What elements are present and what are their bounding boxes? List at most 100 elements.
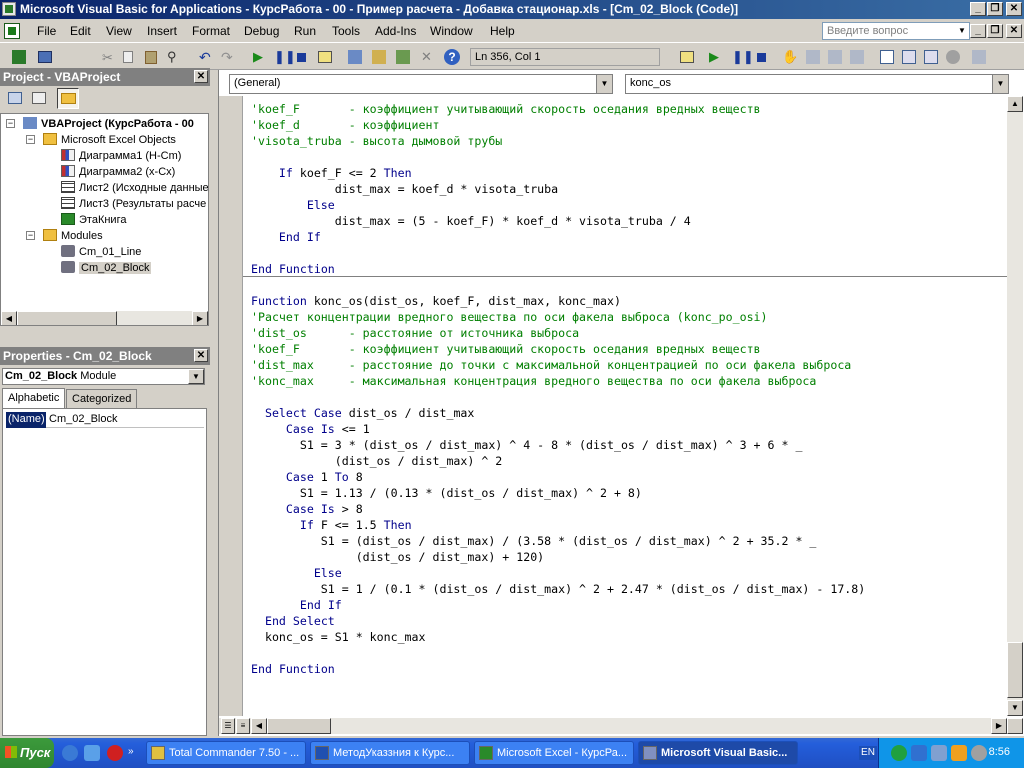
scroll-thumb[interactable] (267, 718, 331, 734)
tab-categorized[interactable]: Categorized (66, 389, 138, 408)
chevron-down-icon[interactable]: ▼ (992, 75, 1008, 93)
tree-node-sheet[interactable]: Диаграмма2 (x-Cx) (61, 165, 175, 178)
code-line[interactable]: 'koef_d - коэффициент (251, 117, 1007, 133)
tray-icon[interactable] (951, 745, 967, 761)
expand-toggle[interactable]: − (26, 231, 35, 240)
menu-edit[interactable]: Edit (70, 24, 91, 38)
break-icon[interactable]: ❚❚ (270, 48, 296, 66)
code-hscrollbar[interactable]: ☰ ≡ ◀ ▶ (219, 718, 1007, 734)
view-object-icon[interactable] (30, 89, 48, 107)
property-name[interactable]: (Name) (6, 412, 46, 428)
task-excel[interactable]: Microsoft Excel - КурсРа... (474, 741, 634, 765)
tree-node-sheet[interactable]: Лист2 (Исходные данные (61, 181, 208, 194)
code-line[interactable]: S1 = 1.13 / (0.13 * (dist_os / dist_max)… (251, 485, 1007, 501)
scroll-up-icon[interactable]: ▲ (1007, 96, 1023, 112)
code-line[interactable]: S1 = (dist_os / dist_max) / (3.58 * (dis… (251, 533, 1007, 549)
procedure-combo[interactable]: konc_os ▼ (625, 74, 1009, 94)
tree-node-module-selected[interactable]: Cm_02_Block (61, 261, 152, 274)
scroll-right-icon[interactable]: ▶ (192, 311, 208, 325)
project-tree[interactable]: − VBAProject (КурсРабота - 00 − Microsof… (0, 113, 209, 326)
task-word[interactable]: МетодУказзния к Курс... (310, 741, 470, 765)
ie-icon[interactable] (84, 745, 100, 761)
code-line[interactable]: (dist_os / dist_max) + 120) (251, 549, 1007, 565)
tree-node-modules[interactable]: Modules (43, 229, 103, 242)
code-line[interactable]: End Function (251, 261, 1007, 277)
code-editor[interactable]: 'koef_F - коэффициент учитывающий скорос… (251, 101, 1007, 677)
code-line[interactable]: 'koef_F - коэффициент учитывающий скорос… (251, 101, 1007, 117)
tree-node-excel-objects[interactable]: Microsoft Excel Objects (43, 133, 176, 146)
menu-addins[interactable]: Add-Ins (375, 24, 416, 38)
code-line[interactable]: 'Расчет концентрации вредного вещества п… (251, 309, 1007, 325)
code-line[interactable]: End Select (251, 613, 1007, 629)
toggle-folders-icon[interactable] (57, 88, 79, 109)
code-line[interactable]: Case Is > 8 (251, 501, 1007, 517)
restore-button[interactable]: ❐ (987, 2, 1003, 16)
watch-window-icon[interactable] (922, 48, 940, 66)
close-button[interactable]: ✕ (1006, 2, 1022, 16)
code-line[interactable]: 'koef_F - коэффициент учитывающий скорос… (251, 341, 1007, 357)
scroll-thumb[interactable] (1007, 642, 1023, 698)
code-line[interactable]: Else (251, 197, 1007, 213)
debug-break-icon[interactable]: ❚❚ (728, 48, 754, 66)
doc-restore-button[interactable]: ❐ (987, 24, 1003, 38)
menu-help[interactable]: Help (490, 24, 515, 38)
code-line[interactable] (251, 389, 1007, 405)
tree-node-workbook[interactable]: ЭтаКнига (61, 213, 126, 226)
quicklaunch-more-icon[interactable]: » (128, 746, 134, 757)
start-button[interactable]: Пуск (0, 738, 54, 768)
tab-alphabetic[interactable]: Alphabetic (2, 388, 66, 409)
object-browser-icon[interactable] (394, 48, 412, 66)
menu-insert[interactable]: Insert (147, 24, 177, 38)
tray-icon[interactable] (891, 745, 907, 761)
code-vscrollbar[interactable]: ▲ ▼ (1007, 96, 1023, 716)
call-stack-icon[interactable] (970, 48, 988, 66)
procedure-view-icon[interactable]: ☰ (221, 718, 235, 734)
immediate-window-icon[interactable] (878, 48, 896, 66)
language-indicator[interactable]: EN (859, 746, 877, 760)
scroll-right-icon[interactable]: ▶ (991, 718, 1007, 734)
chevron-down-icon[interactable]: ▼ (188, 369, 204, 384)
tree-node-sheet[interactable]: Лист3 (Результаты расче (61, 197, 206, 210)
copy-icon[interactable] (120, 48, 138, 66)
step-into-icon[interactable] (804, 48, 822, 66)
ask-question-input[interactable]: Введите вопрос (822, 22, 970, 40)
scroll-down-icon[interactable]: ▼ (1007, 700, 1023, 716)
menu-tools[interactable]: Tools (332, 24, 360, 38)
module-view-icon[interactable]: ≡ (236, 718, 250, 734)
code-line[interactable]: S1 = 3 * (dist_os / dist_max) ^ 4 - 8 * … (251, 437, 1007, 453)
code-line[interactable]: 'konc_max - максимальная концентрация вр… (251, 373, 1007, 389)
help-icon[interactable]: ? (443, 48, 461, 66)
insert-module-icon[interactable] (36, 48, 54, 66)
properties-window-icon[interactable] (370, 48, 388, 66)
code-line[interactable] (251, 245, 1007, 261)
desktop-icon[interactable] (62, 745, 78, 761)
reset-icon[interactable] (292, 48, 310, 66)
properties-close-button[interactable]: ✕ (194, 349, 208, 362)
task-vba[interactable]: Microsoft Visual Basic... (638, 741, 798, 765)
tree-hscrollbar[interactable]: ◀ ▶ (1, 311, 208, 325)
cut-icon[interactable]: ✂ (98, 48, 116, 66)
doc-minimize-button[interactable]: _ (970, 24, 986, 38)
code-line[interactable]: If koef_F <= 2 Then (251, 165, 1007, 181)
tray-icon[interactable] (911, 745, 927, 761)
debug-design-icon[interactable] (678, 48, 696, 66)
code-line[interactable]: dist_max = koef_d * visota_truba (251, 181, 1007, 197)
chevron-down-icon[interactable]: ▼ (596, 75, 612, 93)
run-icon[interactable]: ▶ (248, 48, 266, 66)
menu-format[interactable]: Format (192, 24, 230, 38)
object-combo[interactable]: (General) ▼ (229, 74, 613, 94)
find-icon[interactable]: ⚲ (164, 48, 182, 66)
design-mode-icon[interactable] (316, 48, 334, 66)
doc-close-button[interactable]: ✕ (1006, 24, 1022, 38)
code-line[interactable]: Case 1 To 8 (251, 469, 1007, 485)
debug-run-icon[interactable]: ▶ (704, 48, 722, 66)
scroll-left-icon[interactable]: ◀ (1, 311, 17, 325)
redo-icon[interactable]: ↷ (218, 48, 236, 66)
code-line[interactable]: Function konc_os(dist_os, koef_F, dist_m… (251, 293, 1007, 309)
code-line[interactable]: konc_os = S1 * konc_max (251, 629, 1007, 645)
step-over-icon[interactable] (826, 48, 844, 66)
quick-watch-icon[interactable] (944, 48, 962, 66)
tree-node-sheet[interactable]: Диаграмма1 (Н-Cm) (61, 149, 181, 162)
tray-icon[interactable] (931, 745, 947, 761)
excel-icon[interactable] (4, 23, 20, 39)
